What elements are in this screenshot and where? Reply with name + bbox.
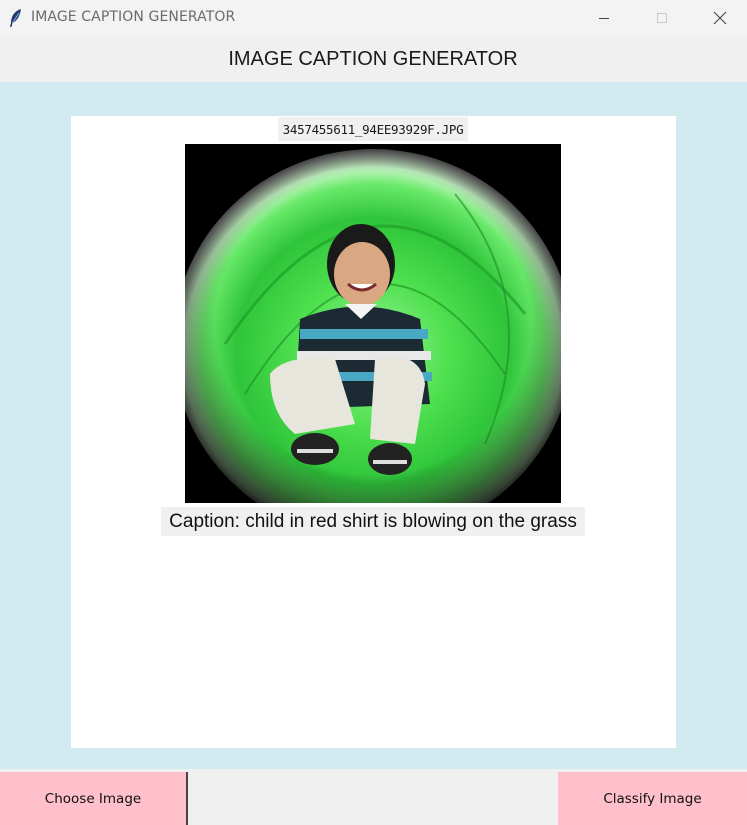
- maximize-icon: [657, 13, 667, 23]
- page-title: IMAGE CAPTION GENERATOR: [228, 47, 518, 70]
- close-button[interactable]: [697, 0, 743, 36]
- maximize-button[interactable]: [639, 0, 685, 36]
- close-icon: [713, 11, 727, 25]
- choose-image-button[interactable]: Choose Image: [0, 772, 188, 825]
- title-bar: IMAGE CAPTION GENERATOR: [0, 0, 747, 36]
- minimize-button[interactable]: [581, 0, 627, 36]
- window-title: IMAGE CAPTION GENERATOR: [31, 9, 236, 25]
- classify-image-button[interactable]: Classify Image: [558, 772, 747, 825]
- minimize-icon: [599, 18, 609, 19]
- header: IMAGE CAPTION GENERATOR: [0, 36, 747, 82]
- image-preview: [185, 144, 561, 503]
- image-filename: 3457455611_94EE93929F.JPG: [278, 117, 468, 141]
- app-window: IMAGE CAPTION GENERATOR IMAGE CAPTION GE…: [0, 0, 747, 825]
- caption-label: Caption: child in red shirt is blowing o…: [161, 507, 585, 536]
- feather-icon: [8, 8, 24, 28]
